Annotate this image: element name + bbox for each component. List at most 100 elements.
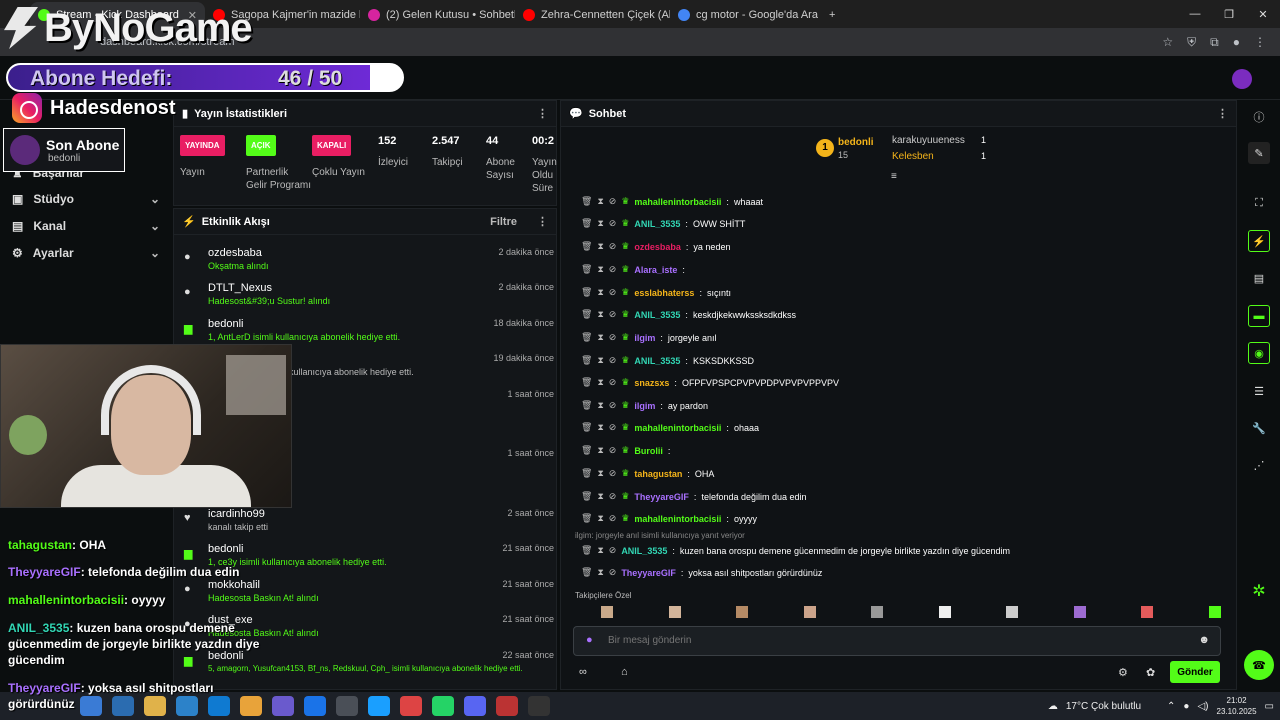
timeout-icon[interactable]: ⧗ bbox=[597, 287, 603, 298]
delete-icon[interactable]: 🗑 bbox=[581, 445, 592, 456]
emote[interactable] bbox=[1006, 606, 1019, 618]
profile-icon[interactable]: ● bbox=[1233, 35, 1240, 50]
chat-icon[interactable]: ▬ bbox=[1248, 305, 1270, 327]
delete-icon[interactable]: 🗑 bbox=[581, 332, 592, 343]
chevron-up-icon[interactable]: ⌃ bbox=[1167, 701, 1175, 712]
emote[interactable] bbox=[668, 606, 681, 618]
chat-username[interactable]: ANIL_3535 bbox=[634, 356, 680, 366]
sidebar-item-settings[interactable]: ⚙ Ayarlar ⌄ bbox=[12, 246, 160, 260]
chat-username[interactable]: tahagustan bbox=[634, 469, 682, 479]
delete-icon[interactable]: 🗑 bbox=[581, 355, 592, 366]
timeout-icon[interactable]: ⧗ bbox=[597, 545, 603, 556]
restore-icon[interactable]: ❐ bbox=[1212, 8, 1246, 21]
menu-icon[interactable]: ⋮ bbox=[1254, 35, 1266, 50]
timeout-icon[interactable]: ⧗ bbox=[597, 309, 603, 320]
shield-icon[interactable]: ⛨ bbox=[1187, 35, 1196, 50]
ban-icon[interactable]: ⊘ bbox=[609, 513, 617, 524]
delete-icon[interactable]: 🗑 bbox=[581, 287, 592, 298]
emoji-icon[interactable]: ☻ bbox=[1198, 634, 1210, 646]
support-icon[interactable]: ☎ bbox=[1244, 650, 1274, 680]
delete-icon[interactable]: 🗑 bbox=[581, 241, 592, 252]
timeout-icon[interactable]: ⧗ bbox=[597, 264, 603, 275]
timeout-icon[interactable]: ⧗ bbox=[597, 332, 603, 343]
ban-icon[interactable]: ⊘ bbox=[609, 491, 617, 502]
scroll-down-icon[interactable]: ≡ bbox=[891, 171, 897, 182]
wrench-icon[interactable]: 🔧 bbox=[1248, 417, 1270, 439]
emote[interactable] bbox=[938, 606, 951, 618]
close-window-icon[interactable]: ✕ bbox=[1246, 8, 1280, 21]
delete-icon[interactable]: 🗑 bbox=[581, 377, 592, 388]
broadcast-icon[interactable]: ◉ bbox=[1248, 342, 1270, 364]
timeout-icon[interactable]: ⧗ bbox=[597, 355, 603, 366]
layout-icon[interactable]: ☰ bbox=[1248, 380, 1270, 402]
store-icon[interactable]: ⌂ bbox=[621, 666, 628, 678]
bolt-icon[interactable]: ⚡ bbox=[1248, 230, 1270, 252]
openai-icon[interactable]: ✲ bbox=[1248, 580, 1270, 602]
timeout-icon[interactable]: ⧗ bbox=[597, 422, 603, 433]
emote[interactable] bbox=[601, 606, 613, 618]
timeout-icon[interactable]: ⧗ bbox=[597, 400, 603, 411]
chat-username[interactable]: mahallenintorbacisii bbox=[634, 423, 721, 433]
mic-icon[interactable]: ● bbox=[586, 634, 593, 646]
ban-icon[interactable]: ⊘ bbox=[609, 545, 617, 556]
tab-youtube-2[interactable]: Zehra-Cennetten Çiçek (Alp✕ bbox=[515, 2, 670, 28]
emote[interactable] bbox=[1073, 606, 1086, 618]
more-options-icon[interactable]: ⋮ bbox=[537, 215, 548, 228]
more-options-icon[interactable]: ⋮ bbox=[1217, 107, 1228, 120]
emote[interactable] bbox=[1208, 606, 1221, 618]
timeout-icon[interactable]: ⧗ bbox=[597, 196, 603, 207]
share-icon[interactable]: ⋰ bbox=[1248, 454, 1270, 476]
chat-username[interactable]: ozdesbaba bbox=[634, 242, 681, 252]
chat-username[interactable]: ANIL_3535 bbox=[634, 310, 680, 320]
ban-icon[interactable]: ⊘ bbox=[609, 241, 617, 252]
edit-icon[interactable]: ✎ bbox=[1248, 142, 1270, 164]
ban-icon[interactable]: ⊘ bbox=[609, 445, 617, 456]
ban-icon[interactable]: ⊘ bbox=[609, 422, 617, 433]
app-icon[interactable] bbox=[304, 696, 326, 716]
whatsapp-icon[interactable] bbox=[432, 696, 454, 716]
sidebar-item-studio[interactable]: ▣ Stüdyo ⌄ bbox=[12, 192, 160, 206]
clipboard-icon[interactable]: ▤ bbox=[1248, 267, 1270, 289]
clock[interactable]: 21:02 23.10.2025 bbox=[1217, 695, 1257, 717]
chat-username[interactable]: esslabhaterss bbox=[634, 288, 694, 298]
emote[interactable] bbox=[803, 606, 816, 618]
chrome-active-icon[interactable] bbox=[336, 696, 358, 716]
tab-instagram[interactable]: (2) Gelen Kutusu • Sohbetler✕ bbox=[360, 2, 515, 28]
delete-icon[interactable]: 🗑 bbox=[581, 218, 592, 229]
minimize-icon[interactable]: — bbox=[1178, 8, 1212, 20]
star-icon[interactable]: ☆ bbox=[1162, 35, 1173, 50]
new-tab-button[interactable]: + bbox=[825, 2, 845, 28]
delete-icon[interactable]: 🗑 bbox=[581, 545, 592, 556]
steam-icon[interactable] bbox=[368, 696, 390, 716]
delete-icon[interactable]: 🗑 bbox=[581, 400, 592, 411]
points-icon[interactable]: ∞ bbox=[579, 666, 587, 678]
kick-app-icon[interactable] bbox=[528, 696, 550, 716]
timeout-icon[interactable]: ⧗ bbox=[597, 513, 603, 524]
delete-icon[interactable]: 🗑 bbox=[581, 567, 592, 578]
chat-username[interactable]: snazsxs bbox=[634, 378, 669, 388]
ban-icon[interactable]: ⊘ bbox=[609, 332, 617, 343]
delete-icon[interactable]: 🗑 bbox=[581, 422, 592, 433]
ban-icon[interactable]: ⊘ bbox=[609, 218, 617, 229]
timeout-icon[interactable]: ⧗ bbox=[597, 377, 603, 388]
more-options-icon[interactable]: ⋮ bbox=[537, 107, 548, 120]
timeout-icon[interactable]: ⧗ bbox=[597, 567, 603, 578]
discord-icon[interactable] bbox=[272, 696, 294, 716]
timeout-icon[interactable]: ⧗ bbox=[597, 218, 603, 229]
speaker-icon[interactable]: ◁) bbox=[1197, 701, 1208, 712]
emote[interactable] bbox=[871, 606, 884, 618]
ban-icon[interactable]: ⊘ bbox=[609, 400, 617, 411]
app2-icon[interactable] bbox=[464, 696, 486, 716]
sidebar-item-channel[interactable]: ▤ Kanal ⌄ bbox=[12, 219, 160, 233]
extension-icon[interactable]: ⧉ bbox=[1210, 35, 1219, 50]
ban-icon[interactable]: ⊘ bbox=[609, 309, 617, 320]
timeout-icon[interactable]: ⧗ bbox=[597, 241, 603, 252]
timeout-icon[interactable]: ⧗ bbox=[597, 445, 603, 456]
delete-icon[interactable]: 🗑 bbox=[581, 309, 592, 320]
chat-username[interactable]: ilgim bbox=[634, 401, 655, 411]
ban-icon[interactable]: ⊘ bbox=[609, 377, 617, 388]
user-avatar[interactable] bbox=[1232, 69, 1252, 89]
ban-icon[interactable]: ⊘ bbox=[609, 196, 617, 207]
timeout-icon[interactable]: ⧗ bbox=[597, 491, 603, 502]
emote[interactable] bbox=[1141, 606, 1154, 618]
